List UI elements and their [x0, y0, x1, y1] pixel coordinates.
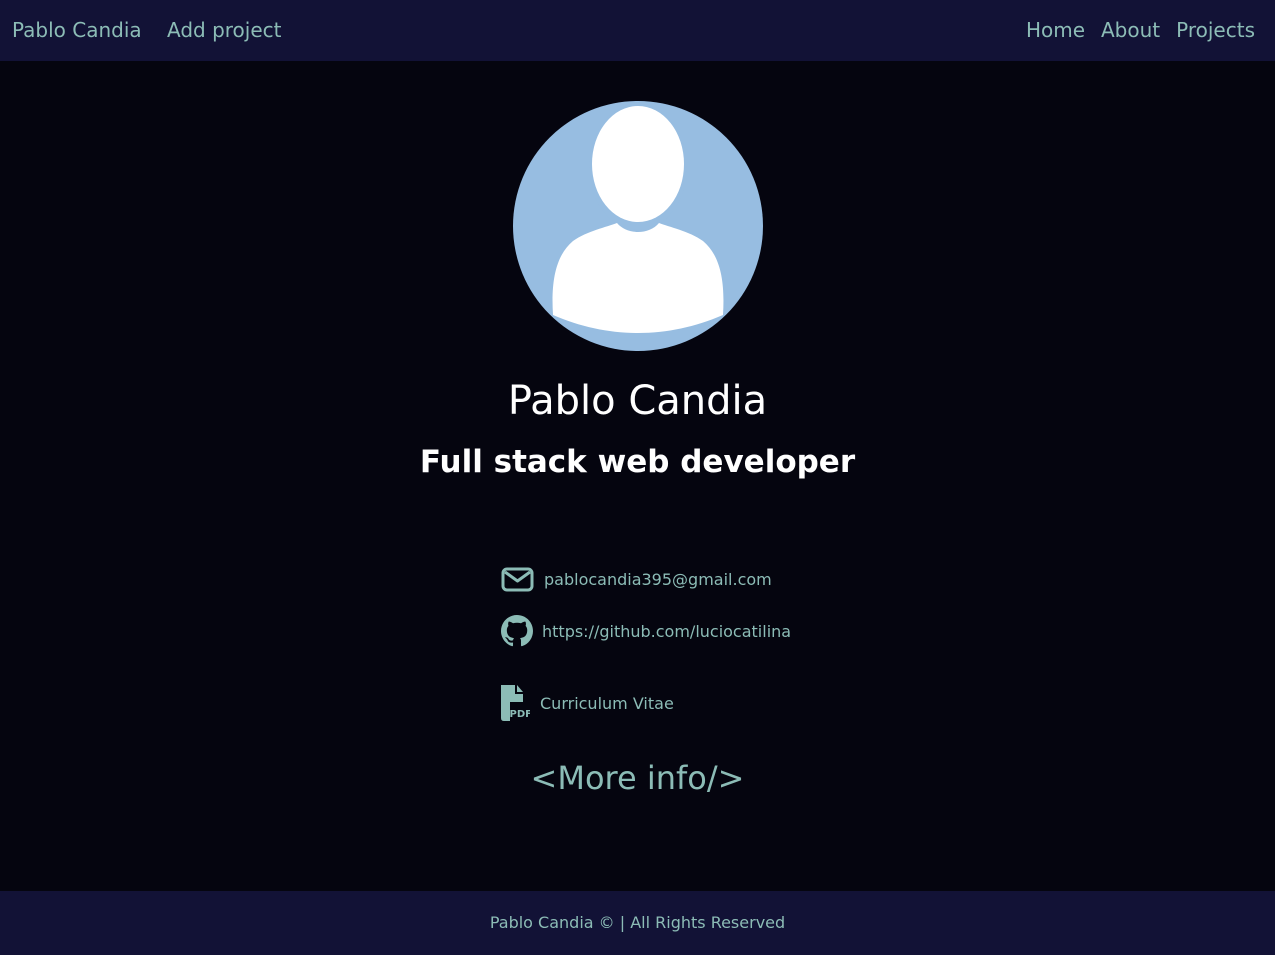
file-pdf-icon: PDF — [501, 685, 530, 721]
cv-link[interactable]: PDF Curriculum Vitae — [501, 685, 674, 721]
nav-about-link[interactable]: About — [1101, 0, 1160, 61]
cv-text: Curriculum Vitae — [540, 693, 674, 713]
brand-link[interactable]: Pablo Candia — [12, 0, 142, 61]
github-link[interactable]: https://github.com/luciocatilina — [501, 614, 791, 648]
email-text: pablocandia395@gmail.com — [544, 569, 772, 589]
more-info-link[interactable]: <More info/> — [0, 756, 1275, 800]
github-icon — [501, 615, 533, 647]
nav-menu: Home About Projects — [1026, 0, 1255, 61]
github-text: https://github.com/luciocatilina — [542, 621, 792, 641]
navbar: Pablo Candia Add project Home About Proj… — [0, 0, 1275, 61]
nav-projects-link[interactable]: Projects — [1176, 0, 1255, 61]
profile-role: Full stack web developer — [419, 444, 856, 480]
email-link[interactable]: pablocandia395@gmail.com — [501, 564, 772, 594]
avatar — [513, 101, 763, 351]
profile-name: Pablo Candia — [507, 378, 768, 424]
nav-home-link[interactable]: Home — [1026, 0, 1085, 61]
svg-text:PDF: PDF — [510, 709, 531, 720]
envelope-icon — [501, 567, 534, 591]
add-project-link[interactable]: Add project — [167, 0, 282, 61]
footer-copyright: Pablo Candia © | All Rights Reserved — [489, 913, 786, 932]
footer: Pablo Candia © | All Rights Reserved — [0, 891, 1275, 955]
